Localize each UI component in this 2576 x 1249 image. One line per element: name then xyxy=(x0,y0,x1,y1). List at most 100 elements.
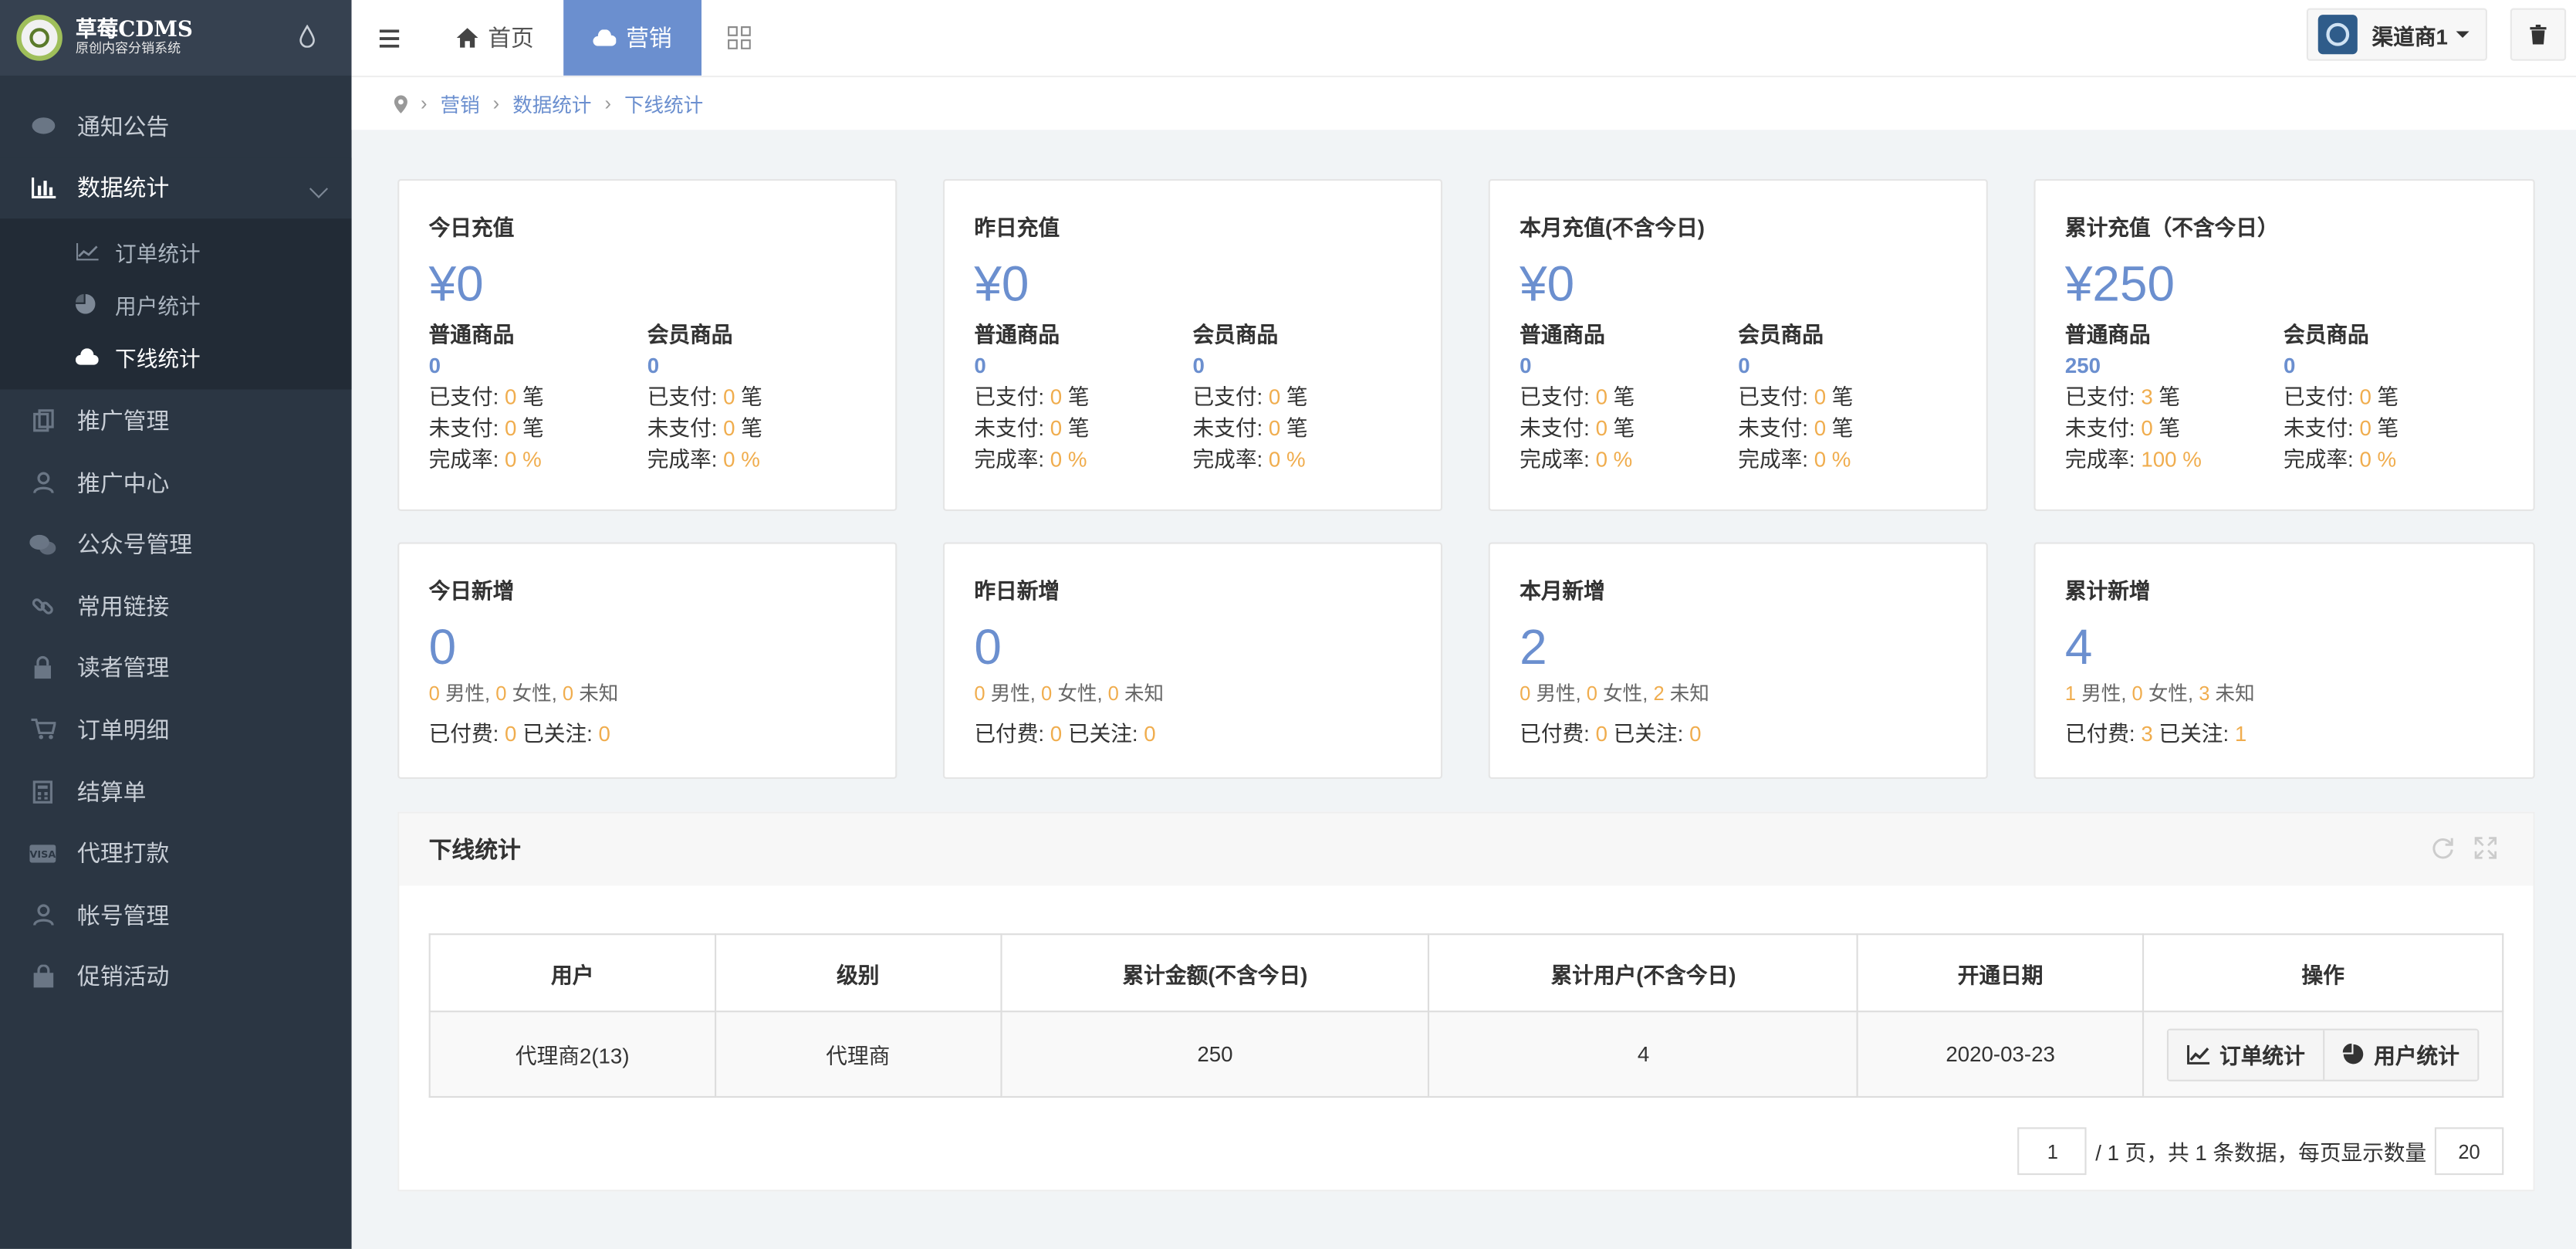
action-group: 订单统计 用户统计 xyxy=(2166,1027,2480,1081)
breadcrumb-data-stats[interactable]: 数据统计 xyxy=(512,90,591,117)
line-chart-icon xyxy=(76,242,99,262)
normal-paid-line: 已支付: 0 笔 xyxy=(428,384,544,410)
cell-user: 代理商2(13) xyxy=(428,1010,716,1098)
gender-line: 0 男性, 0 女性, 0 未知 xyxy=(974,682,1165,706)
normal-paid-line: 已支付: 0 笔 xyxy=(974,384,1090,410)
paid-follow-line: 已付费: 3 已关注: 1 xyxy=(2064,721,2247,746)
normal-goods-label: 普通商品 xyxy=(1520,322,1605,347)
sidebar-item-common-links[interactable]: 常用链接 xyxy=(0,575,352,637)
sidebar-item-data-stats[interactable]: 数据统计 xyxy=(0,157,352,219)
sidebar-item-account[interactable]: 帐号管理 xyxy=(0,884,352,946)
new-count: 4 xyxy=(2064,621,2093,675)
breadcrumb-downline-stats[interactable]: 下线统计 xyxy=(624,90,703,117)
svg-text:VISA: VISA xyxy=(29,848,56,860)
sidebar-item-orders[interactable]: 订单明细 xyxy=(0,699,352,760)
grid-icon[interactable] xyxy=(701,0,777,76)
sidebar-item-official-account[interactable]: 公众号管理 xyxy=(0,513,352,575)
new-card-total: 累计新增 4 1 男性, 0 女性, 3 未知 已付费: 3 已关注: 1 xyxy=(2033,542,2535,780)
home-icon xyxy=(456,28,478,48)
theme-drop-icon[interactable] xyxy=(299,24,315,48)
member-unpaid-line: 未支付: 0 笔 xyxy=(2284,415,2399,441)
sidebar-item-label: 读者管理 xyxy=(77,655,170,682)
sidebar-item-settlement[interactable]: 结算单 xyxy=(0,760,352,822)
member-paid-line: 已支付: 0 笔 xyxy=(647,384,762,410)
refresh-icon[interactable] xyxy=(2432,837,2455,860)
brand-subtitle: 原创内容分销系统 xyxy=(75,40,181,56)
sidebar-item-label: 通知公告 xyxy=(77,113,170,140)
page-number-input[interactable]: 1 xyxy=(2018,1127,2088,1176)
panel-title: 下线统计 xyxy=(428,836,521,863)
member-unpaid-line: 未支付: 0 笔 xyxy=(1192,415,1308,441)
recharge-card-today: 今日充值 ¥0 普通商品 0 已支付: 0 笔 未支付: 0 笔 完成率: 0 … xyxy=(397,179,898,512)
normal-goods-label: 普通商品 xyxy=(2064,322,2151,347)
card-title: 本月充值(不含今日) xyxy=(1520,215,1705,240)
chevron-down-icon xyxy=(309,178,329,198)
column-header: 开通日期 xyxy=(1857,933,2145,1013)
cell-level: 代理商 xyxy=(714,1010,1002,1098)
order-stats-button[interactable]: 订单统计 xyxy=(2169,1029,2324,1079)
member-paid-line: 已支付: 0 笔 xyxy=(1738,384,1854,410)
comment-icon xyxy=(29,115,56,138)
avatar xyxy=(2317,15,2358,55)
button-label: 用户统计 xyxy=(2374,1043,2459,1068)
user-stats-button[interactable]: 用户统计 xyxy=(2323,1029,2478,1079)
caret-down-icon xyxy=(2456,31,2470,38)
tab-marketing[interactable]: 营销 xyxy=(563,0,701,76)
sidebar-item-promo-center[interactable]: 推广中心 xyxy=(0,452,352,513)
card-title: 本月新增 xyxy=(1520,578,1605,604)
normal-unpaid-line: 未支付: 0 笔 xyxy=(428,415,544,441)
sidebar-item-readers[interactable]: 读者管理 xyxy=(0,637,352,699)
tab-label: 营销 xyxy=(626,24,672,51)
new-count: 0 xyxy=(974,621,1002,675)
link-icon xyxy=(29,594,56,618)
cloud-chart-icon xyxy=(75,347,99,367)
recharge-amount: ¥0 xyxy=(428,258,484,313)
member-goods-value: 0 xyxy=(647,353,660,378)
sidebar-item-notice[interactable]: 通知公告 xyxy=(0,95,352,157)
tab-home[interactable]: 首页 xyxy=(427,0,563,76)
member-rate-line: 完成率: 0 % xyxy=(1192,447,1306,472)
sidebar-subitem-downline-stats[interactable]: 下线统计 xyxy=(0,330,352,383)
sidebar-item-agent-payment[interactable]: VISA 代理打款 xyxy=(0,822,352,884)
user-icon xyxy=(29,471,56,494)
normal-goods-value: 0 xyxy=(974,353,986,378)
new-card-today: 今日新增 0 0 男性, 0 女性, 0 未知 已付费: 0 已关注: 0 xyxy=(397,542,898,780)
cell-date: 2020-03-23 xyxy=(1857,1010,2145,1098)
recharge-card-month: 本月充值(不含今日) ¥0 普通商品 0 已支付: 0 笔 未支付: 0 笔 完… xyxy=(1488,179,1988,512)
page-size-input[interactable]: 20 xyxy=(2434,1127,2504,1176)
member-rate-line: 完成率: 0 % xyxy=(2284,447,2397,472)
sidebar-item-label: 常用链接 xyxy=(77,592,170,620)
sidebar-item-label: 推广管理 xyxy=(77,407,170,434)
sidebar-item-label: 代理打款 xyxy=(77,840,170,867)
sidebar-item-promotions[interactable]: 促销活动 xyxy=(0,946,352,1007)
normal-goods-value: 0 xyxy=(428,353,441,378)
sidebar-subitem-user-stats[interactable]: 用户统计 xyxy=(0,278,352,330)
menu-toggle-icon[interactable] xyxy=(352,0,428,76)
normal-paid-line: 已支付: 0 笔 xyxy=(1520,384,1635,410)
fullscreen-icon[interactable] xyxy=(2474,837,2497,860)
card-title: 昨日充值 xyxy=(974,215,1060,240)
member-goods-label: 会员商品 xyxy=(1738,322,1824,347)
recharge-amount: ¥0 xyxy=(1520,258,1575,313)
button-label: 订单统计 xyxy=(2219,1043,2305,1068)
sidebar-item-promo-manage[interactable]: 推广管理 xyxy=(0,390,352,452)
gender-line: 0 男性, 0 女性, 2 未知 xyxy=(1520,682,1709,706)
table-header-row: 用户 级别 累计金额(不含今日) 累计用户(不含今日) 开通日期 操作 xyxy=(428,933,2504,1013)
card-title: 今日充值 xyxy=(428,215,515,240)
breadcrumb-marketing[interactable]: 营销 xyxy=(441,90,480,117)
clear-cache-button[interactable] xyxy=(2510,8,2567,61)
normal-goods-value: 250 xyxy=(2064,353,2101,378)
wechat-icon xyxy=(29,533,56,556)
member-goods-value: 0 xyxy=(1192,353,1205,378)
recharge-card-total: 累计充值（不含今日） ¥250 普通商品 250 已支付: 3 笔 未支付: 0… xyxy=(2033,179,2535,512)
sidebar-subitem-label: 用户统计 xyxy=(115,293,201,319)
normal-goods-label: 普通商品 xyxy=(428,322,515,347)
visa-icon: VISA xyxy=(29,841,56,865)
sidebar-item-label: 结算单 xyxy=(77,778,147,805)
sidebar-subitem-order-stats[interactable]: 订单统计 xyxy=(0,225,352,278)
panel-header: 下线统计 xyxy=(399,813,2534,886)
member-unpaid-line: 未支付: 0 笔 xyxy=(1738,415,1854,441)
user-menu-button[interactable]: 渠道商1 xyxy=(2306,8,2488,61)
normal-unpaid-line: 未支付: 0 笔 xyxy=(1520,415,1635,441)
bar-chart-icon xyxy=(29,177,56,200)
